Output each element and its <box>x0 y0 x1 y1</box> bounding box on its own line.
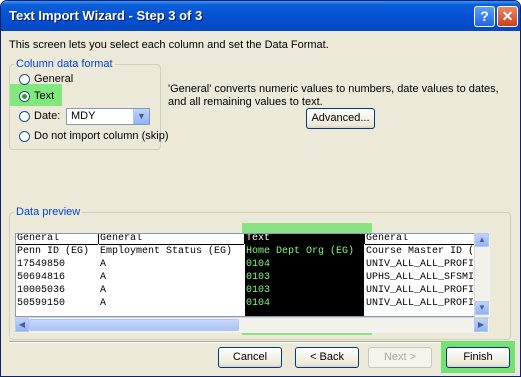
preview-cell: 0103 <box>246 272 271 283</box>
preview-cell: 17549850 <box>17 259 66 270</box>
back-button[interactable]: < Back <box>295 347 359 368</box>
preview-cell: Course Master ID (C <box>366 246 481 257</box>
preview-cell: 0104 <box>246 298 271 309</box>
column-data-format-legend: Column data format <box>16 58 113 70</box>
radio-general-circle[interactable] <box>19 73 30 85</box>
column-header[interactable]: Text <box>245 234 364 245</box>
chevron-down-icon[interactable]: ▼ <box>133 109 149 124</box>
radio-general[interactable]: General <box>19 73 73 85</box>
preview-cell: UNIV_ALL_ALL_PROFIL <box>366 298 481 309</box>
date-format-select[interactable]: MDY ▼ <box>66 108 150 125</box>
title-bar: Text Import Wizard - Step 3 of 3 ? ✕ <box>1 1 520 31</box>
finish-button[interactable]: Finish <box>446 347 510 368</box>
scroll-right-icon[interactable]: ▶ <box>474 318 488 332</box>
horizontal-scroll-thumb[interactable] <box>29 319 239 331</box>
preview-cell: 50599150 <box>17 298 66 309</box>
advanced-button[interactable]: Advanced... <box>306 108 375 129</box>
radio-date-circle[interactable] <box>19 110 30 122</box>
preview-cell: 50694816 <box>17 272 66 283</box>
preview-cell: Employment Status (EG) <box>100 246 233 257</box>
data-preview-grid[interactable]: General Penn ID (EG) 17549850 50694816 1… <box>15 233 489 317</box>
preview-cell: A <box>100 298 107 309</box>
column-header[interactable]: General <box>16 234 98 245</box>
radio-skip-label: Do not import column (skip) <box>34 130 169 142</box>
format-note: 'General' converts numeric values to num… <box>168 83 499 108</box>
radio-date-label: Date: <box>34 110 61 122</box>
column-header[interactable]: General <box>99 234 244 245</box>
help-button[interactable]: ? <box>474 6 495 27</box>
text-import-wizard-window: Text Import Wizard - Step 3 of 3 ? ✕ Thi… <box>0 0 521 377</box>
column-divider[interactable] <box>364 234 365 244</box>
scroll-left-icon[interactable]: ◀ <box>15 318 29 332</box>
column-divider[interactable] <box>98 234 99 244</box>
data-preview-legend: Data preview <box>16 206 81 218</box>
radio-general-label: General <box>34 73 74 85</box>
radio-skip[interactable]: Do not import column (skip) <box>19 130 169 142</box>
preview-cell: A <box>100 272 107 283</box>
preview-cell: UPHS_ALL_ALL_SFSMI0 <box>366 272 481 283</box>
window-title: Text Import Wizard - Step 3 of 3 <box>9 8 203 23</box>
scroll-down-icon[interactable]: ▼ <box>475 301 489 315</box>
close-button[interactable]: ✕ <box>497 6 518 27</box>
preview-column-1[interactable]: General Penn ID (EG) 17549850 50694816 1… <box>16 234 98 316</box>
cancel-button[interactable]: Cancel <box>218 347 282 368</box>
help-icon: ? <box>480 8 489 24</box>
preview-cell: UNIV_ALL_ALL_PROFIL <box>366 285 481 296</box>
vertical-scrollbar[interactable]: ▲ ▼ <box>474 233 490 317</box>
column-divider[interactable] <box>244 234 245 244</box>
column-header[interactable]: General <box>365 234 488 245</box>
preview-cell: UNIV_ALL_ALL_PROFIL <box>366 259 481 270</box>
preview-column-4[interactable]: General Course Master ID (C UNIV_ALL_ALL… <box>365 234 488 316</box>
date-format-value: MDY <box>71 110 96 122</box>
radio-text[interactable]: Text <box>19 90 54 102</box>
button-separator <box>9 341 512 343</box>
preview-cell: A <box>100 285 107 296</box>
preview-column-2[interactable]: General Employment Status (EG) A A A A <box>99 234 244 316</box>
preview-cell: A <box>100 259 107 270</box>
radio-skip-circle[interactable] <box>19 130 30 142</box>
close-icon: ✕ <box>501 8 514 24</box>
preview-cell: 0104 <box>246 259 271 270</box>
step-description: This screen lets you select each column … <box>9 39 329 51</box>
radio-text-label: Text <box>34 90 55 102</box>
preview-cell: Penn ID (EG) <box>17 246 90 257</box>
scroll-up-icon[interactable]: ▲ <box>475 233 489 247</box>
radio-text-circle[interactable] <box>19 90 30 102</box>
horizontal-scrollbar[interactable]: ◀ ▶ <box>15 317 489 333</box>
radio-date[interactable]: Date: <box>19 110 60 122</box>
preview-cell: 0103 <box>246 285 271 296</box>
preview-cell: Home Dept Org (EG) <box>246 246 355 257</box>
preview-cell: 10005036 <box>17 285 66 296</box>
preview-column-3-selected[interactable]: Text Home Dept Org (EG) 0104 0103 0103 0… <box>245 234 364 316</box>
next-button[interactable]: Next > <box>368 347 432 368</box>
